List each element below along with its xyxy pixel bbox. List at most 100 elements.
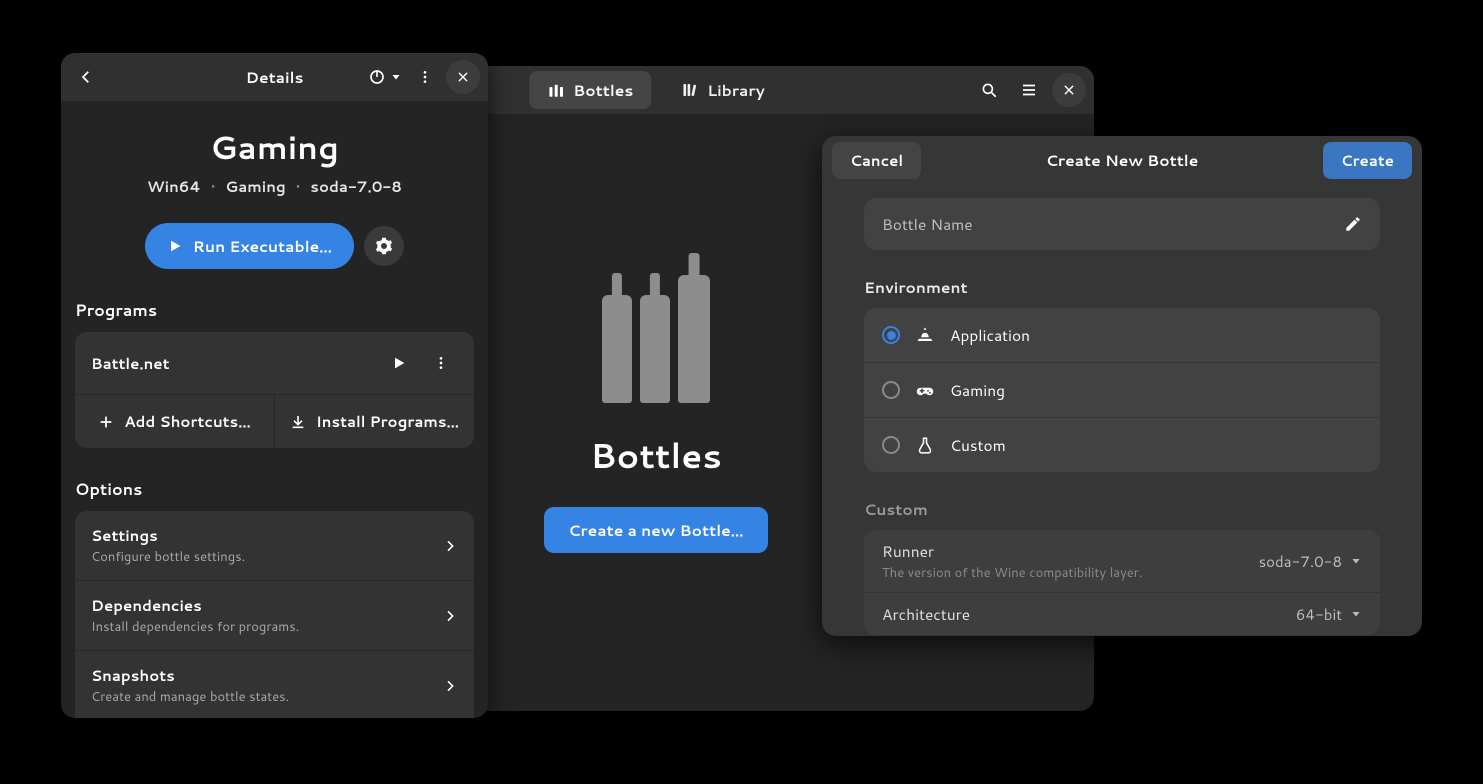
radio-unchecked-icon (882, 436, 900, 454)
create-bottle-dialog: Cancel Create New Bottle Create Bottle N… (822, 136, 1422, 636)
power-menu-button[interactable] (366, 64, 404, 90)
add-shortcuts-button[interactable]: Add Shortcuts… (75, 395, 275, 448)
bottle-settings-button[interactable] (364, 226, 404, 266)
meta-runner: soda-7.0-8 (310, 176, 402, 197)
close-button[interactable] (1052, 73, 1086, 107)
option-dependencies[interactable]: Dependencies Install dependencies for pr… (75, 581, 474, 651)
hamburger-menu-button[interactable] (1012, 73, 1046, 107)
architecture-dropdown[interactable]: 64-bit (1296, 604, 1362, 625)
chevron-right-icon (442, 678, 458, 694)
program-run-button[interactable] (382, 346, 416, 380)
install-programs-label: Install Programs… (316, 411, 459, 432)
empty-state-title: Bottles (590, 431, 722, 479)
plus-icon (98, 414, 114, 430)
dialog-header: Cancel Create New Bottle Create (822, 136, 1422, 184)
cancel-button[interactable]: Cancel (832, 142, 921, 179)
run-executable-label: Run Executable… (193, 235, 332, 257)
view-switcher: Bottles Library (529, 71, 783, 109)
radio-checked-icon (882, 326, 900, 344)
chevron-down-icon (1350, 608, 1362, 620)
runner-subtitle: The version of the Wine compatibility la… (882, 564, 1143, 582)
option-settings[interactable]: Settings Configure bottle settings. (75, 511, 474, 581)
search-icon (980, 81, 998, 99)
programs-section-title: Programs (75, 299, 474, 322)
program-menu-button[interactable] (424, 346, 458, 380)
kebab-menu-button[interactable] (408, 60, 442, 94)
details-header: Details (61, 53, 488, 101)
add-shortcuts-label: Add Shortcuts… (124, 411, 251, 432)
environment-label: Application (950, 324, 1030, 346)
play-icon (391, 355, 407, 371)
dialog-body: Bottle Name Environment Application Gami… (822, 184, 1422, 636)
option-title: Snapshots (91, 665, 289, 686)
option-snapshots[interactable]: Snapshots Create and manage bottle state… (75, 651, 474, 718)
install-programs-button[interactable]: Install Programs… (275, 395, 474, 448)
chevron-left-icon (77, 68, 95, 86)
option-subtitle: Install dependencies for programs. (91, 618, 299, 636)
program-name: Battle.net (91, 353, 169, 374)
option-subtitle: Configure bottle settings. (91, 548, 245, 566)
power-icon (368, 68, 386, 86)
option-subtitle: Create and manage bottle states. (91, 688, 289, 706)
main-header-actions (972, 73, 1086, 107)
application-icon (916, 326, 934, 344)
option-title: Dependencies (91, 595, 299, 616)
environment-title: Environment (864, 276, 1380, 298)
flask-icon (916, 436, 934, 454)
dialog-title: Create New Bottle (1046, 149, 1199, 171)
separator-dot-icon: · (296, 176, 300, 197)
gamepad-icon (916, 381, 934, 399)
chevron-right-icon (442, 608, 458, 624)
close-icon (456, 70, 470, 84)
bottles-logo-icon (602, 273, 710, 403)
environment-custom[interactable]: Custom (864, 418, 1380, 472)
hamburger-icon (1020, 81, 1038, 99)
meta-env: Gaming (225, 176, 285, 197)
gear-icon (375, 237, 393, 255)
bottle-meta: Win64 · Gaming · soda-7.0-8 (75, 176, 474, 197)
radio-unchecked-icon (882, 381, 900, 399)
architecture-row[interactable]: Architecture 64-bit (864, 593, 1380, 635)
runner-row[interactable]: Runner The version of the Wine compatibi… (864, 530, 1380, 593)
separator-dot-icon: · (211, 176, 215, 197)
tab-bottles[interactable]: Bottles (529, 71, 651, 109)
details-body: Gaming Win64 · Gaming · soda-7.0-8 Run E… (61, 101, 488, 718)
create-confirm-button[interactable]: Create (1323, 142, 1412, 179)
close-icon (1062, 83, 1076, 97)
download-icon (290, 414, 306, 430)
details-title: Details (246, 66, 304, 88)
program-row: Battle.net (75, 332, 474, 395)
meta-arch: Win64 (147, 176, 201, 197)
architecture-title: Architecture (882, 603, 970, 625)
bottle-name-placeholder: Bottle Name (882, 213, 973, 235)
bottle-name-input[interactable]: Bottle Name (864, 198, 1380, 250)
back-button[interactable] (69, 60, 103, 94)
bottle-name: Gaming (75, 125, 474, 170)
tab-label: Library (707, 79, 765, 101)
tab-library[interactable]: Library (663, 71, 783, 109)
option-title: Settings (91, 525, 245, 546)
run-executable-button[interactable]: Run Executable… (145, 223, 354, 269)
runner-dropdown[interactable]: soda-7.0-8 (1259, 551, 1362, 572)
tab-label: Bottles (573, 79, 633, 101)
environment-list: Application Gaming Custom (864, 308, 1380, 472)
options-section-title: Options (75, 478, 474, 501)
custom-section-title: Custom (864, 498, 1380, 520)
chevron-down-icon (390, 71, 402, 83)
play-icon (167, 238, 183, 254)
environment-gaming[interactable]: Gaming (864, 363, 1380, 418)
runner-value: soda-7.0-8 (1259, 551, 1342, 572)
kebab-icon (433, 355, 449, 371)
options-list: Settings Configure bottle settings. Depe… (75, 511, 474, 718)
create-bottle-button[interactable]: Create a new Bottle… (544, 507, 767, 553)
details-window: Details Gaming (61, 53, 488, 718)
chevron-right-icon (442, 538, 458, 554)
architecture-value: 64-bit (1296, 604, 1342, 625)
environment-application[interactable]: Application (864, 308, 1380, 363)
runner-title: Runner (882, 540, 1143, 562)
programs-actions-row: Add Shortcuts… Install Programs… (75, 395, 474, 448)
programs-list: Battle.net (75, 332, 474, 448)
search-button[interactable] (972, 73, 1006, 107)
custom-section-list: Runner The version of the Wine compatibi… (864, 530, 1380, 635)
close-button[interactable] (446, 60, 480, 94)
